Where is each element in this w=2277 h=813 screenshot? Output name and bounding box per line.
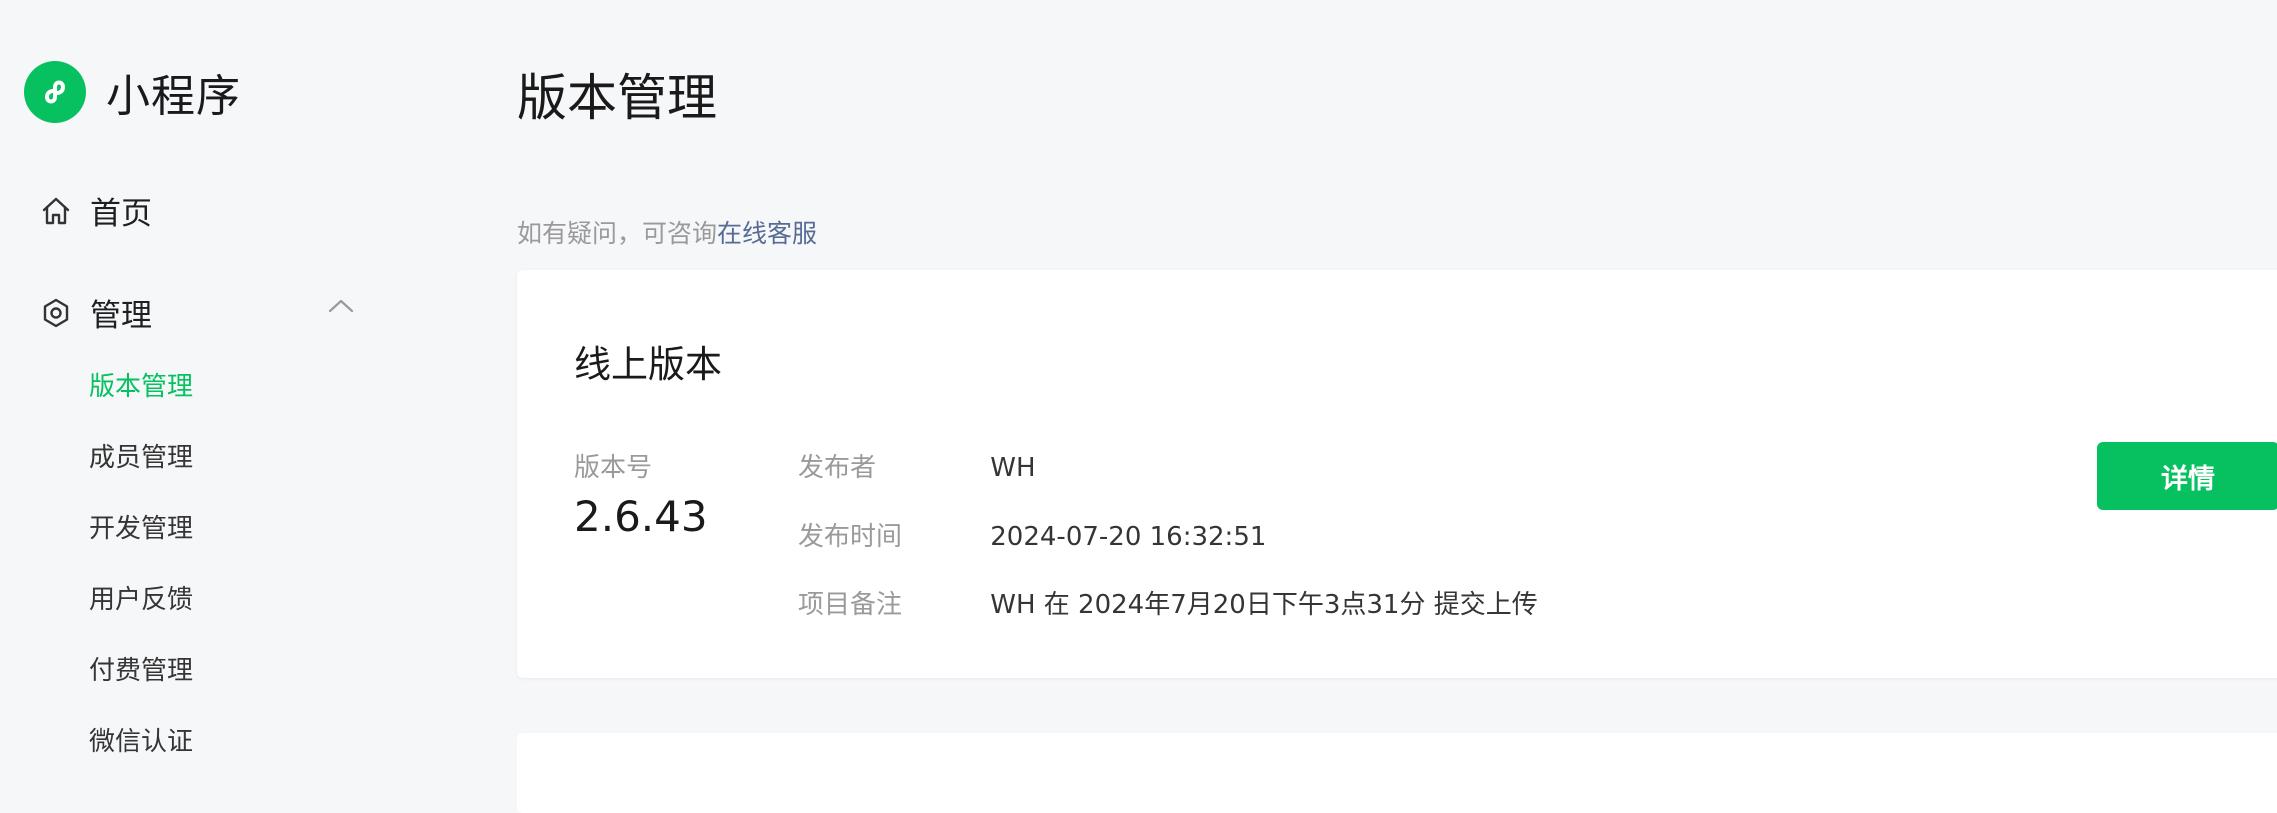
publish-time-label: 发布时间 [798, 522, 903, 552]
app-name: 小程序 [106, 71, 241, 122]
page-title: 版本管理 [517, 69, 717, 127]
help-prefix: 如有疑问，可咨询 [517, 219, 718, 248]
sidebar: 小程序 首页 管理 版本管理 成员管理 开发管理 用户反馈 付费管理 微信认证 [0, 0, 430, 778]
detail-button[interactable]: 详情 [2097, 442, 2277, 510]
publisher-value: WH [990, 453, 1036, 483]
note-row: 项目备注 WH 在 2024年7月20日下午3点31分 提交上传 [798, 584, 1538, 621]
publish-time-value: 2024-07-20 16:32:51 [990, 522, 1267, 552]
version-label: 版本号 [574, 453, 653, 483]
sidebar-item-development-management[interactable]: 开发管理 [89, 507, 193, 578]
next-card [517, 733, 2277, 813]
sidebar-item-home[interactable]: 首页 [40, 188, 152, 233]
online-version-card: 线上版本 版本号 2.6.43 发布者 WH 发布时间 2024-07-20 1… [517, 270, 2277, 678]
mini-program-logo-icon [24, 61, 86, 123]
home-icon [40, 195, 72, 227]
publisher-label: 发布者 [798, 453, 877, 483]
sidebar-item-wechat-verification[interactable]: 微信认证 [89, 720, 193, 791]
chevron-up-icon[interactable] [327, 296, 355, 316]
sidebar-item-manage[interactable]: 管理 [40, 290, 355, 335]
version-number: 2.6.43 [574, 492, 708, 541]
note-label: 项目备注 [798, 590, 903, 620]
sidebar-submenu: 版本管理 成员管理 开发管理 用户反馈 付费管理 微信认证 [89, 365, 193, 791]
sidebar-item-version-management[interactable]: 版本管理 [89, 365, 193, 436]
publish-time-row: 发布时间 2024-07-20 16:32:51 [798, 516, 1266, 553]
sidebar-item-label: 首页 [90, 196, 152, 232]
card-title: 线上版本 [574, 343, 722, 386]
hexagon-settings-icon [40, 297, 72, 329]
sidebar-item-user-feedback[interactable]: 用户反馈 [89, 578, 193, 649]
publisher-row: 发布者 WH [798, 447, 1036, 484]
app-logo[interactable]: 小程序 [24, 60, 241, 124]
online-support-link[interactable]: 在线客服 [717, 219, 817, 248]
help-text: 如有疑问，可咨询在线客服 [517, 214, 817, 250]
sidebar-item-member-management[interactable]: 成员管理 [89, 436, 193, 507]
sidebar-item-label: 管理 [90, 298, 152, 334]
main-content: 版本管理 如有疑问，可咨询在线客服 线上版本 版本号 2.6.43 发布者 WH… [517, 0, 2277, 813]
note-value: WH 在 2024年7月20日下午3点31分 提交上传 [990, 590, 1538, 620]
sidebar-item-payment-management[interactable]: 付费管理 [89, 649, 193, 720]
